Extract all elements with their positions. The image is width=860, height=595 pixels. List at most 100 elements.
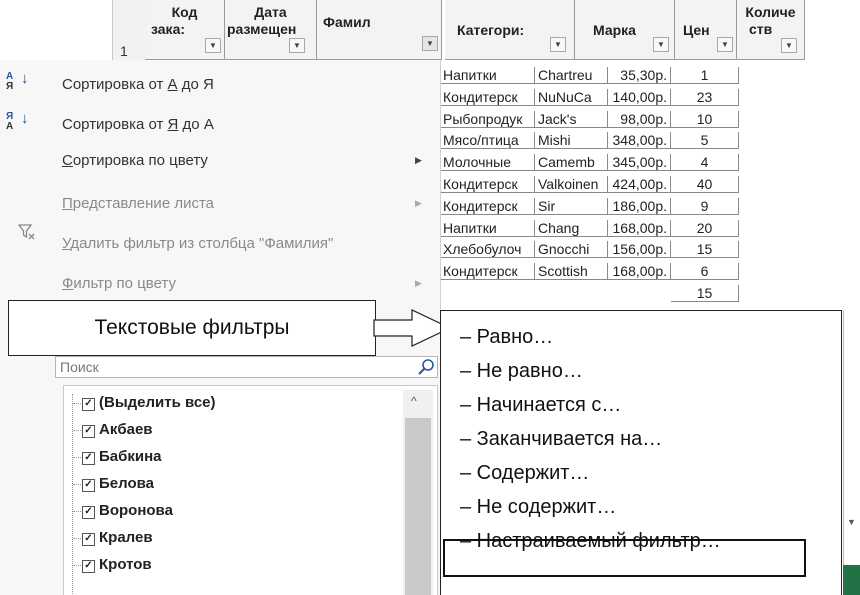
table-cell[interactable]: 5 bbox=[671, 132, 739, 150]
list-item[interactable]: ✓ Акбаев bbox=[82, 421, 153, 439]
menu-sort-desc[interactable]: Сортировка от Я до А bbox=[62, 116, 214, 134]
submenu-item[interactable]: – Не равно… bbox=[460, 359, 583, 383]
table-cell[interactable]: Jack's bbox=[535, 110, 608, 128]
checkbox-checked-icon[interactable]: ✓ bbox=[82, 560, 95, 573]
table-cell[interactable]: 1 bbox=[671, 67, 739, 84]
table-cell[interactable]: 23 bbox=[671, 88, 739, 106]
table-cell[interactable]: 10 bbox=[671, 110, 739, 128]
table-cell[interactable]: Gnocchi bbox=[535, 241, 608, 259]
list-item[interactable]: ✓ Кротов bbox=[82, 556, 152, 574]
scroll-thumb[interactable] bbox=[405, 418, 431, 595]
dropdown-arrow-icon[interactable]: ▼ bbox=[847, 517, 856, 527]
list-item[interactable]: ✓ Бабкина bbox=[82, 448, 162, 466]
search-input[interactable]: Поиск bbox=[55, 356, 438, 378]
list-item-label: Воронова bbox=[99, 502, 173, 519]
header-row: 1 Код зака: ▼ Дата размещен ▼ Фамил ▼ Ка… bbox=[0, 0, 860, 67]
table-cell[interactable]: 35,30р. bbox=[608, 67, 671, 84]
filter-dropdown-category[interactable]: ▼ bbox=[550, 37, 566, 52]
table-cell[interactable]: 4 bbox=[671, 154, 739, 172]
table-cell[interactable]: 156,00р. bbox=[608, 241, 671, 259]
submenu-item[interactable]: – Содержит… bbox=[460, 461, 589, 485]
table-cell[interactable]: Scottish bbox=[535, 263, 608, 281]
list-item[interactable]: ✓ Кралев bbox=[82, 529, 153, 547]
checkbox-checked-icon[interactable]: ✓ bbox=[82, 452, 95, 465]
checkbox-checked-icon[interactable]: ✓ bbox=[82, 398, 95, 411]
table-cell[interactable]: 15 bbox=[671, 285, 739, 302]
list-item-label: Кралев bbox=[99, 529, 153, 546]
filter-dropdown-surname[interactable]: ▼ bbox=[422, 36, 438, 51]
table-cell[interactable]: Chang bbox=[535, 219, 608, 237]
tree-branch bbox=[73, 430, 81, 431]
table-cell[interactable]: NuNuCa bbox=[535, 88, 608, 106]
table-cell[interactable]: Кондитерск bbox=[440, 197, 535, 215]
table-cell[interactable]: 140,00р. bbox=[608, 88, 671, 106]
table-row: Рыбопродук Jack's 98,00р. 10 bbox=[440, 110, 740, 128]
filter-dropdown-order-code[interactable]: ▼ bbox=[205, 38, 221, 53]
filter-dropdown-price[interactable]: ▼ bbox=[717, 37, 733, 52]
table-cell[interactable]: Кондитерск bbox=[440, 88, 535, 106]
submenu-arrow-icon: ▶ bbox=[415, 155, 422, 165]
table-cell[interactable]: Молочные bbox=[440, 154, 535, 172]
list-item-label: Белова bbox=[99, 475, 154, 492]
tree-line bbox=[72, 394, 74, 594]
row-number: 1 bbox=[120, 43, 128, 59]
table-cell[interactable]: Valkoinen bbox=[535, 176, 608, 193]
header-order-code: Код зака: ▼ bbox=[145, 0, 225, 60]
sort-za-icon: ЯА bbox=[6, 111, 14, 132]
table-cell[interactable]: Напитки bbox=[440, 67, 535, 84]
table-cell[interactable]: 6 bbox=[671, 263, 739, 281]
menu-sort-asc[interactable]: Сортировка от А до Я bbox=[62, 76, 214, 94]
table-row: Кондитерск Valkoinen 424,00р. 40 bbox=[440, 176, 740, 193]
table-cell[interactable]: 9 bbox=[671, 197, 739, 215]
table-cell[interactable]: Sir bbox=[535, 197, 608, 215]
row-number-column bbox=[112, 0, 146, 67]
table-cell[interactable]: Рыбопродук bbox=[440, 110, 535, 128]
table-cell[interactable]: Хлебобулоч bbox=[440, 241, 535, 259]
list-item[interactable]: ✓ Воронова bbox=[82, 502, 173, 520]
table-cell[interactable]: 348,00р. bbox=[608, 132, 671, 150]
filter-dropdown-brand[interactable]: ▼ bbox=[653, 37, 669, 52]
table-cell[interactable]: Camemb bbox=[535, 154, 608, 172]
header-price: Цен ▼ bbox=[675, 0, 737, 60]
menu-sort-by-color[interactable]: Сортировка по цвету bbox=[62, 152, 208, 170]
list-item[interactable]: ✓ Белова bbox=[82, 475, 154, 493]
filter-dropdown-date[interactable]: ▼ bbox=[289, 38, 305, 53]
table-cell[interactable]: Кондитерск bbox=[440, 176, 535, 193]
filter-dropdown-quantity[interactable]: ▼ bbox=[781, 38, 797, 53]
status-accent bbox=[843, 565, 860, 595]
checkbox-checked-icon[interactable]: ✓ bbox=[82, 479, 95, 492]
sort-arrow-down-icon: ↓ bbox=[21, 70, 29, 87]
table-cell[interactable]: 15 bbox=[671, 241, 739, 259]
sort-arrow-down-icon-2: ↓ bbox=[21, 110, 29, 127]
table-cell[interactable]: Mishi bbox=[535, 132, 608, 150]
table-row: Напитки Chartreu 35,30р. 1 bbox=[440, 67, 740, 84]
text-filters-callout: Текстовые фильтры bbox=[8, 300, 376, 356]
scroll-up-icon[interactable]: ^ bbox=[411, 394, 417, 408]
tree-branch bbox=[73, 511, 81, 512]
clear-filter-icon bbox=[17, 223, 36, 244]
checkbox-checked-icon[interactable]: ✓ bbox=[82, 425, 95, 438]
header-surname: Фамил ▼ bbox=[317, 0, 442, 60]
table-cell[interactable]: 345,00р. bbox=[608, 154, 671, 172]
submenu-item[interactable]: – Не содержит… bbox=[460, 495, 616, 519]
table-cell[interactable]: Chartreu bbox=[535, 67, 608, 84]
submenu-item[interactable]: – Заканчивается на… bbox=[460, 427, 662, 451]
table-cell[interactable]: 424,00р. bbox=[608, 176, 671, 193]
table-cell[interactable]: 20 bbox=[671, 219, 739, 237]
checkbox-checked-icon[interactable]: ✓ bbox=[82, 533, 95, 546]
submenu-item[interactable]: – Начинается с… bbox=[460, 393, 621, 417]
table-cell[interactable]: 168,00р. bbox=[608, 263, 671, 281]
table-cell[interactable]: 98,00р. bbox=[608, 110, 671, 128]
submenu-item[interactable]: – Равно… bbox=[460, 325, 553, 349]
table-cell[interactable]: Кондитерск bbox=[440, 263, 535, 281]
table-cell[interactable]: Напитки bbox=[440, 219, 535, 237]
submenu-arrow-icon-2: ▶ bbox=[415, 198, 422, 208]
table-cell[interactable]: 186,00р. bbox=[608, 197, 671, 215]
table-cell[interactable]: 168,00р. bbox=[608, 219, 671, 237]
table-cell[interactable]: 40 bbox=[671, 176, 739, 193]
list-item[interactable]: ✓ (Выделить все) bbox=[82, 394, 216, 412]
table-row: Кондитерск Sir 186,00р. 9 bbox=[440, 197, 740, 215]
table-cell[interactable]: Мясо/птица bbox=[440, 132, 535, 150]
list-item-label: (Выделить все) bbox=[99, 394, 216, 411]
checkbox-checked-icon[interactable]: ✓ bbox=[82, 506, 95, 519]
